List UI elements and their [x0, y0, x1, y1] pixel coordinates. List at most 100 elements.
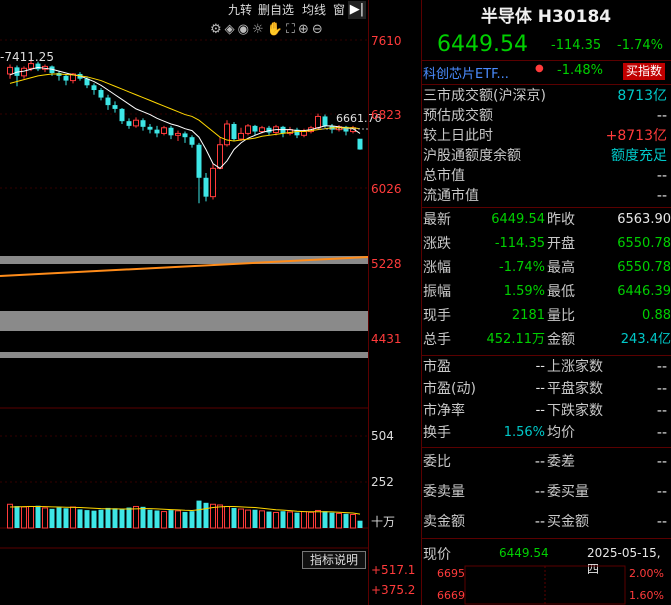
price-change: -114.35 — [551, 38, 602, 53]
candle-body — [301, 131, 307, 136]
grey-band — [0, 311, 368, 331]
volume-bar — [147, 509, 153, 528]
candle-body — [140, 120, 146, 127]
order-value: -- — [656, 454, 667, 470]
axis-label: 4431 — [371, 332, 402, 346]
volume-bar — [294, 512, 300, 528]
volume-bar — [35, 505, 41, 528]
candle-body — [189, 137, 195, 145]
order-label: 委卖量 — [423, 484, 465, 500]
volume-bar — [168, 510, 174, 528]
valuation-label: 上涨家数 — [547, 359, 603, 375]
quote-label: 开盘 — [547, 236, 575, 252]
hand-icon[interactable]: ✋ — [267, 22, 283, 40]
volume-bar — [70, 506, 76, 529]
candle-body — [91, 85, 97, 91]
valuation-label: 下跌家数 — [547, 403, 603, 419]
volume-bar — [357, 520, 363, 528]
volume-bar — [266, 511, 272, 528]
quote-value: 0.88 — [642, 308, 671, 323]
fullscreen-icon[interactable]: ⛶ — [286, 22, 295, 40]
tab-window[interactable]: 窗 — [331, 1, 347, 19]
etf-link[interactable]: 科创芯片ETF... — [423, 63, 509, 82]
indicator-axis-label: +375.2 — [371, 583, 416, 597]
candle-body — [182, 133, 188, 138]
candle-body — [63, 75, 69, 81]
valuation-value: -- — [535, 403, 545, 418]
buy-index-button[interactable]: 买指数 — [623, 63, 665, 80]
market-label: 预估成交额 — [423, 108, 493, 124]
eye-icon[interactable]: ◉ — [238, 22, 249, 40]
valuation-value: -- — [656, 381, 667, 397]
valuation-label: 平盘家数 — [547, 381, 603, 397]
tab-jiuzhuan[interactable]: 九转 — [226, 1, 254, 19]
volume-bar — [287, 511, 293, 529]
quote-label: 振幅 — [423, 284, 451, 300]
candle-body — [133, 119, 139, 127]
volume-bar — [119, 509, 125, 528]
volume-bar — [280, 511, 286, 528]
order-value: -- — [534, 514, 545, 530]
index-title: 半导体 H30184 — [480, 7, 612, 27]
volume-bar — [56, 507, 62, 528]
volume-bar — [105, 507, 111, 528]
volume-bar — [126, 507, 132, 528]
order-label: 委买量 — [547, 484, 589, 500]
quote-value: 6550.78 — [617, 236, 671, 251]
page-forward-icon[interactable]: ▶| — [348, 1, 366, 19]
order-value: -- — [534, 454, 545, 470]
quote-label: 涨跌 — [423, 236, 451, 252]
layers-icon[interactable]: ◈ — [225, 22, 235, 40]
candle-body — [175, 132, 181, 136]
volume-bar — [350, 513, 356, 529]
market-value: -- — [656, 188, 667, 204]
candle-body — [98, 90, 104, 98]
candle-body — [224, 123, 230, 146]
valuation-value: -- — [535, 381, 545, 396]
zoom-out-icon[interactable]: ⊖ — [312, 22, 323, 40]
volume-bar — [315, 509, 321, 529]
volume-bar — [14, 506, 20, 528]
chart-toolbar: ⚙ ◈ ◉ ☼ ✋ ⛶ ⊕ ⊖ — [210, 22, 368, 40]
candle-body — [357, 138, 363, 150]
order-label: 卖金额 — [423, 514, 465, 530]
candle-body — [252, 125, 258, 132]
candle-body — [119, 108, 125, 122]
quote-panel: 半导体 H30184 6449.54 -114.35 -1.74% 科创芯片ET… — [421, 0, 671, 605]
valuation-value: 1.56% — [503, 425, 545, 440]
volume-bar — [42, 507, 48, 529]
volume-bar — [28, 505, 34, 529]
valuation-label: 换手 — [423, 425, 451, 441]
zoom-in-icon[interactable]: ⊕ — [298, 22, 309, 40]
candle-body — [168, 127, 174, 136]
candle-body — [315, 115, 321, 129]
axis-label: 6823 — [371, 108, 402, 122]
candle-body — [259, 127, 265, 133]
quote-value: 452.11万 — [486, 332, 546, 347]
market-value: 额度充足 — [611, 148, 667, 164]
candle-body — [112, 105, 118, 109]
tab-ma-lines[interactable]: 均线 — [300, 1, 328, 19]
intraday-price: 6449.54 — [499, 546, 549, 560]
settings-icon[interactable]: ⚙ — [210, 22, 222, 40]
bulb-icon[interactable]: ☼ — [252, 22, 264, 40]
candle-body — [28, 63, 34, 69]
kline-chart[interactable] — [0, 0, 368, 605]
volume-bar — [175, 510, 181, 529]
indicator-explain-button[interactable]: 指标说明 — [302, 551, 366, 569]
vol-axis-label: 504 — [371, 429, 394, 443]
market-label: 三市成交额(沪深京) — [423, 88, 546, 104]
volume-bar — [98, 509, 104, 528]
quote-label: 金额 — [547, 332, 575, 348]
volume-bar — [259, 510, 265, 529]
quote-label: 总手 — [423, 332, 451, 348]
tab-delete-favorite[interactable]: 删自选 — [256, 1, 296, 19]
quote-value: -1.74% — [499, 260, 545, 275]
quote-value: 6563.90 — [617, 212, 671, 227]
intraday-axis-left: 6695 — [437, 567, 465, 580]
candle-body — [105, 97, 111, 106]
candle-body — [238, 132, 244, 140]
vol-unit-label: 十万 — [371, 515, 396, 529]
kline-chart-area[interactable]: 九转 删自选 均线 窗 ▶| ⚙ ◈ ◉ ☼ ✋ ⛶ ⊕ ⊖ -7411.25 … — [0, 0, 382, 605]
axis-label: 7610 — [371, 34, 402, 48]
